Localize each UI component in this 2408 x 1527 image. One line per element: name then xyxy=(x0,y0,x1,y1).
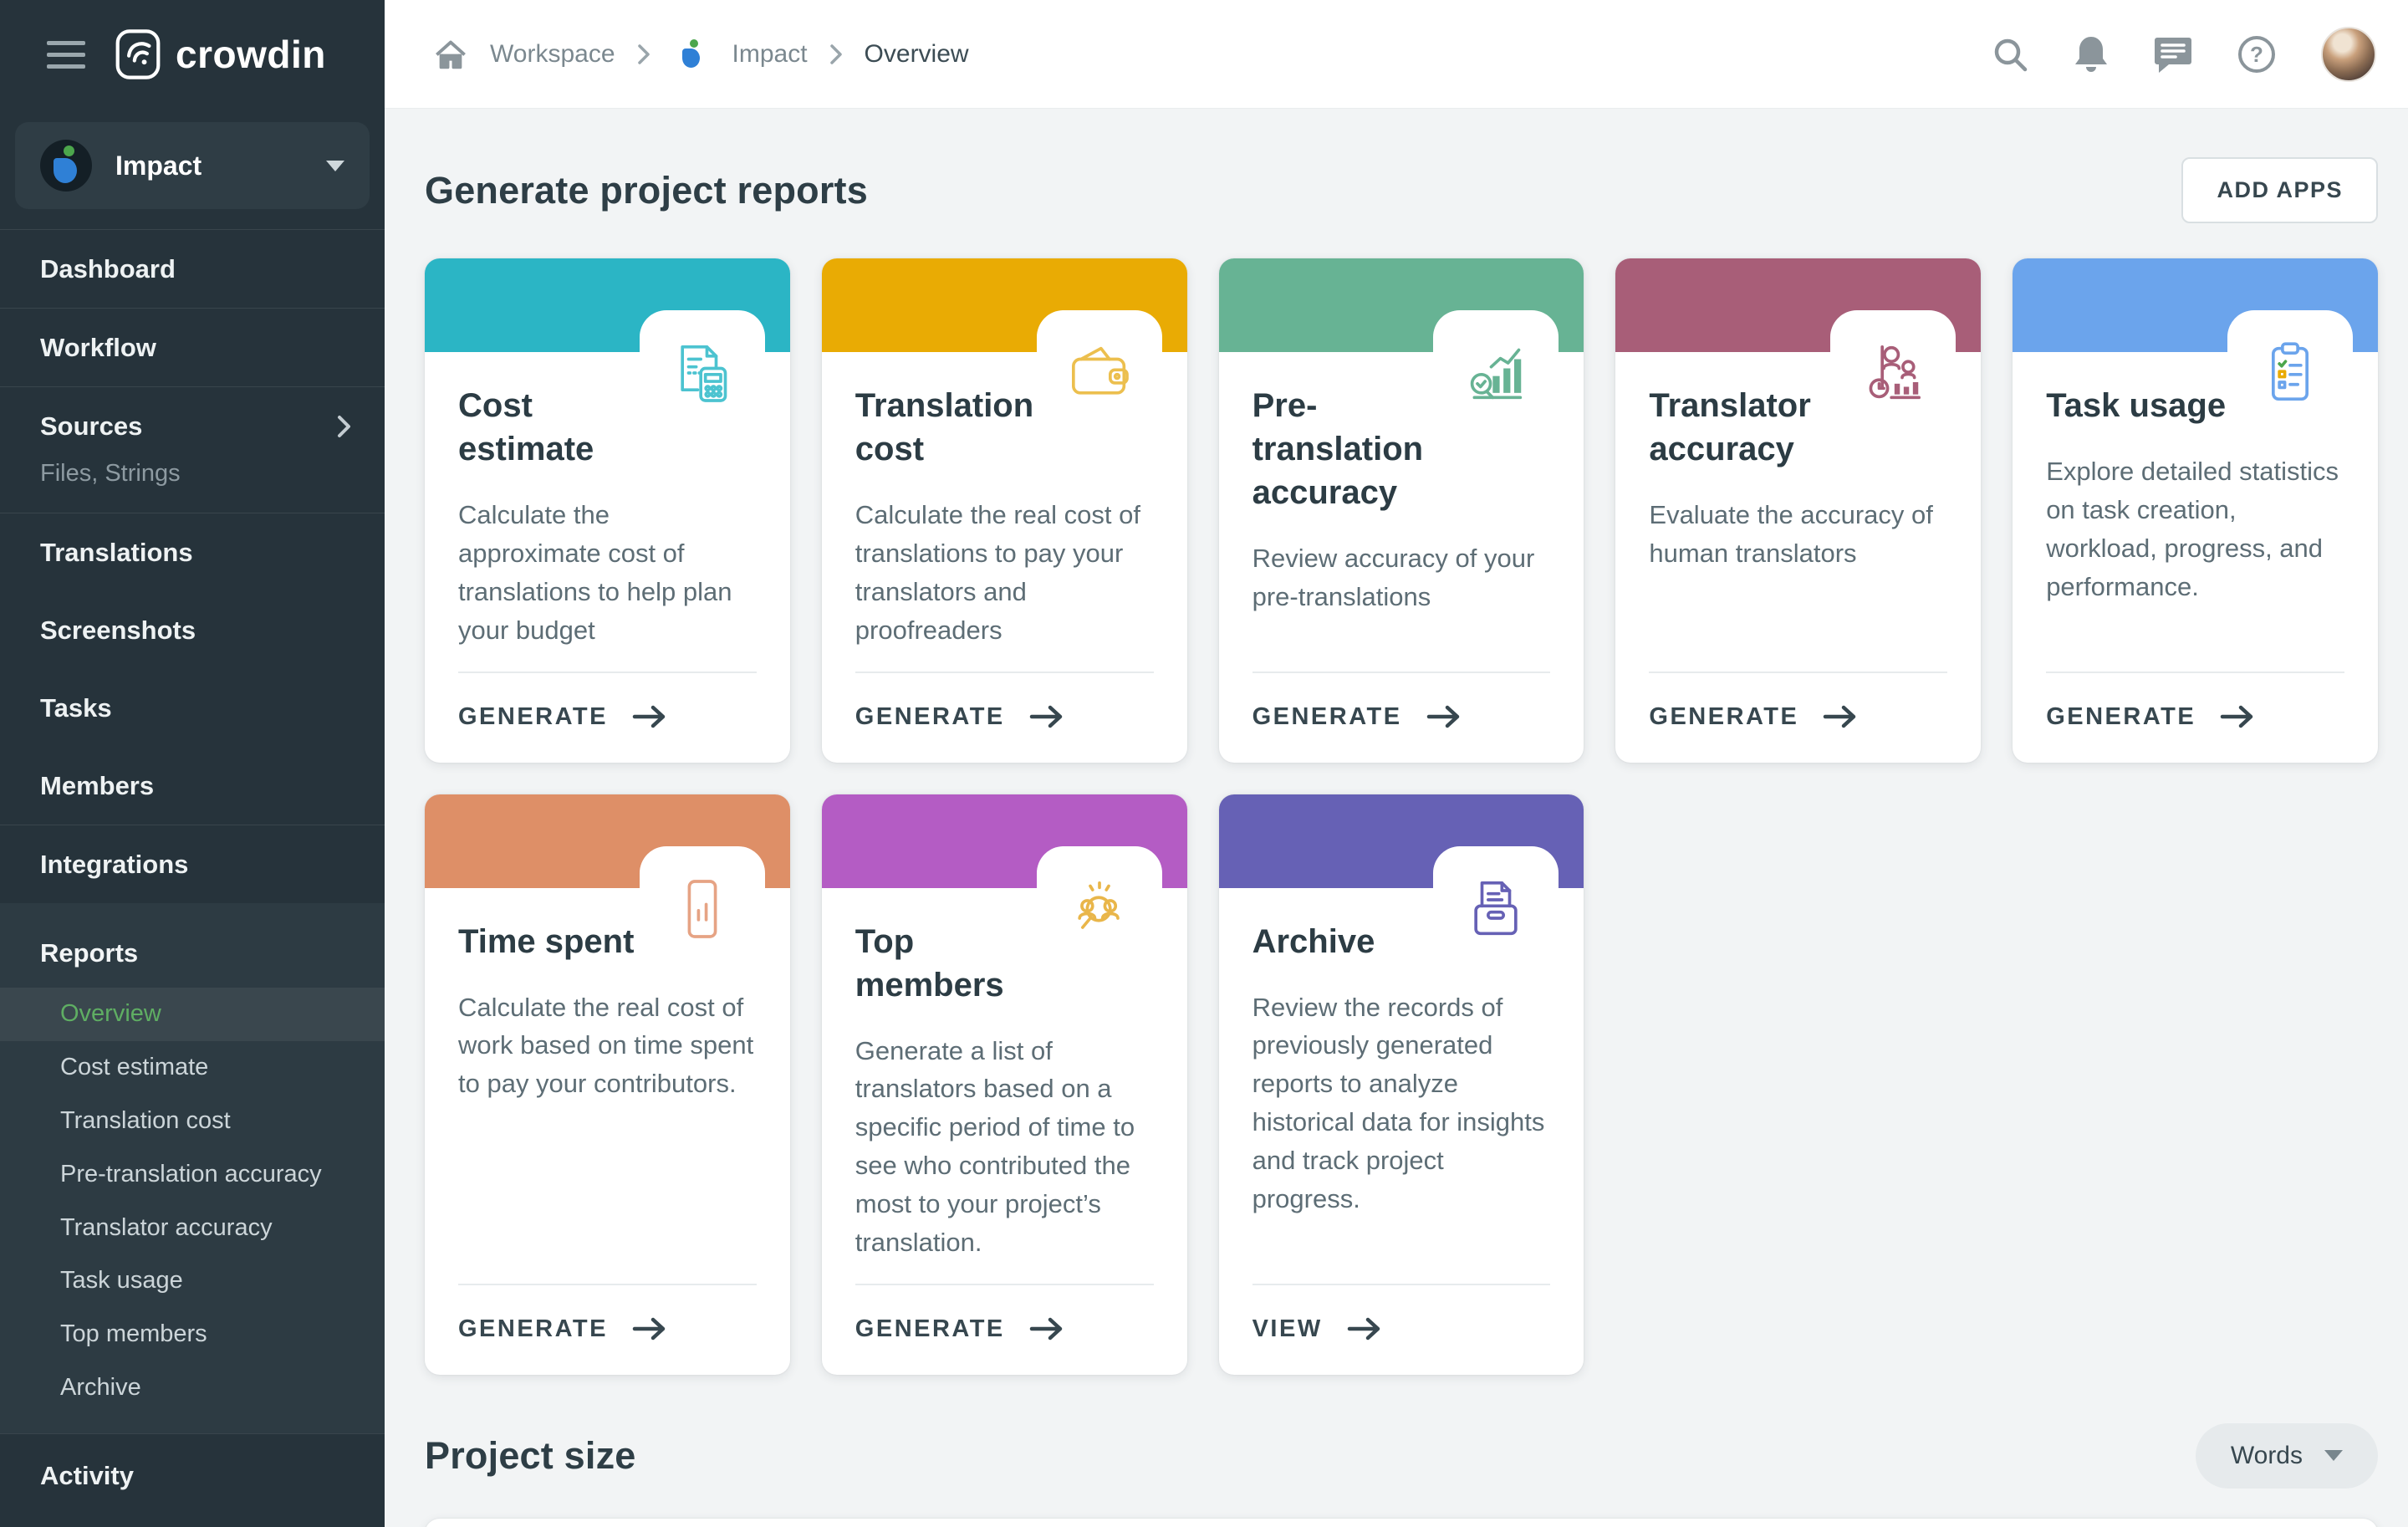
view-button[interactable]: VIEW xyxy=(1252,1284,1551,1375)
arrow-right-icon xyxy=(631,1315,668,1342)
sidebar-item-members[interactable]: Members xyxy=(0,747,385,825)
generate-button[interactable]: GENERATE xyxy=(855,672,1154,763)
generate-button[interactable]: GENERATE xyxy=(1252,672,1551,763)
top-bar: Workspace Impact Overview ? xyxy=(385,0,2408,109)
generate-button[interactable]: GENERATE xyxy=(1649,672,1947,763)
card-description: Explore detailed statistics on task crea… xyxy=(2046,452,2344,606)
sidebar-item-translations[interactable]: Translations xyxy=(0,513,385,591)
document-calculator-icon xyxy=(640,310,765,436)
chevron-right-icon xyxy=(637,43,650,65)
chevron-right-icon xyxy=(336,414,351,439)
project-size-title: Project size xyxy=(425,1434,636,1478)
breadcrumb-current-page: Overview xyxy=(865,40,969,69)
card-translator-accuracy: Translator accuracy Evaluate the accurac… xyxy=(1615,258,1981,763)
sidebar: crowdin Impact Dashboard Workflow Source… xyxy=(0,0,385,1527)
card-description: Calculate the real cost of work based on… xyxy=(458,988,757,1104)
breadcrumb-workspace[interactable]: Workspace xyxy=(490,40,615,69)
sidebar-sources-subtitle: Files, Strings xyxy=(0,460,385,513)
card-description: Calculate the real cost of translations … xyxy=(855,496,1154,650)
arrow-right-icon xyxy=(1822,703,1859,730)
card-top-members: Top members Generate a list of translato… xyxy=(822,794,1187,1375)
breadcrumb-project[interactable]: Impact xyxy=(732,40,808,69)
breadcrumb-project-avatar xyxy=(672,35,711,74)
project-size-stats: Translatable 1118 words 0 words in dupli… xyxy=(425,1519,2378,1527)
wallet-icon xyxy=(1037,310,1162,436)
sidebar-report-overview[interactable]: Overview xyxy=(0,988,385,1041)
card-archive: Archive Review the records of previously… xyxy=(1219,794,1584,1375)
arrow-right-icon xyxy=(1346,1315,1383,1342)
crowdin-logo-icon xyxy=(114,28,162,80)
sidebar-reports-section: Reports Overview Cost estimate Translati… xyxy=(0,903,385,1433)
card-time-spent: Time spent Calculate the real cost of wo… xyxy=(425,794,790,1375)
arrow-right-icon xyxy=(2219,703,2256,730)
card-description: Review accuracy of your pre-translations xyxy=(1252,539,1551,616)
people-chart-icon xyxy=(1830,310,1956,436)
svg-text:?: ? xyxy=(2250,42,2263,67)
sidebar-report-translator-accuracy[interactable]: Translator accuracy xyxy=(0,1202,385,1255)
generate-button[interactable]: GENERATE xyxy=(855,1284,1154,1375)
notifications-bell-icon[interactable] xyxy=(2074,35,2109,74)
sidebar-report-pre-translation-accuracy[interactable]: Pre-translation accuracy xyxy=(0,1148,385,1202)
people-magnifier-icon xyxy=(1037,846,1162,972)
add-apps-button[interactable]: ADD APPS xyxy=(2181,157,2378,223)
project-selector[interactable]: Impact xyxy=(15,122,370,209)
sidebar-item-integrations[interactable]: Integrations xyxy=(0,825,385,903)
generate-button[interactable]: GENERATE xyxy=(2046,672,2344,763)
sidebar-report-archive[interactable]: Archive xyxy=(0,1361,385,1415)
sidebar-item-activity[interactable]: Activity xyxy=(0,1434,385,1517)
sidebar-item-tasks[interactable]: Tasks xyxy=(0,669,385,747)
phone-chart-icon xyxy=(640,846,765,972)
sidebar-item-dashboard[interactable]: Dashboard xyxy=(0,230,385,308)
card-description: Evaluate the accuracy of human translato… xyxy=(1649,496,1947,573)
card-task-usage: Task usage Explore detailed statistics o… xyxy=(2013,258,2378,763)
arrow-right-icon xyxy=(631,703,668,730)
arrow-right-icon xyxy=(1028,1315,1065,1342)
main-content: Generate project reports ADD APPS C xyxy=(385,109,2408,1527)
card-translation-cost: Translation cost Calculate the real cost… xyxy=(822,258,1187,763)
home-icon[interactable] xyxy=(433,38,468,71)
crowdin-logo-text: crowdin xyxy=(176,32,326,77)
topbar-actions: ? xyxy=(1992,27,2376,82)
arrow-right-icon xyxy=(1028,703,1065,730)
card-cost-estimate: Cost estimate Calculate the approximate … xyxy=(425,258,790,763)
chevron-down-icon xyxy=(2324,1450,2343,1461)
sidebar-item-screenshots[interactable]: Screenshots xyxy=(0,591,385,669)
project-avatar xyxy=(40,140,92,192)
messages-icon[interactable] xyxy=(2154,36,2192,73)
sidebar-report-cost-estimate[interactable]: Cost estimate xyxy=(0,1041,385,1095)
project-name: Impact xyxy=(115,151,303,181)
card-description: Review the records of previously generat… xyxy=(1252,988,1551,1218)
arrow-right-icon xyxy=(1426,703,1462,730)
clipboard-checklist-icon xyxy=(2227,310,2353,436)
archive-box-icon xyxy=(1433,846,1559,972)
search-icon[interactable] xyxy=(1992,36,2028,73)
report-cards-grid: Cost estimate Calculate the approximate … xyxy=(425,258,2378,1375)
sidebar-report-translation-cost[interactable]: Translation cost xyxy=(0,1095,385,1148)
sidebar-item-sources[interactable]: Sources xyxy=(0,387,385,465)
chart-magnifier-icon xyxy=(1433,310,1559,436)
user-avatar[interactable] xyxy=(2321,27,2376,82)
hamburger-menu-icon[interactable] xyxy=(47,41,85,69)
page-title: Generate project reports xyxy=(425,169,868,212)
card-description: Calculate the approximate cost of transl… xyxy=(458,496,757,650)
sidebar-report-task-usage[interactable]: Task usage xyxy=(0,1254,385,1308)
units-dropdown[interactable]: Words xyxy=(2196,1423,2378,1489)
help-icon[interactable]: ? xyxy=(2237,35,2276,74)
sidebar-item-workflow[interactable]: Workflow xyxy=(0,309,385,386)
sidebar-header: crowdin xyxy=(0,0,385,109)
crowdin-logo[interactable]: crowdin xyxy=(114,28,326,80)
generate-button[interactable]: GENERATE xyxy=(458,672,757,763)
sidebar-item-reports[interactable]: Reports xyxy=(0,918,385,988)
breadcrumb: Workspace Impact Overview xyxy=(433,35,969,74)
chevron-down-icon xyxy=(326,161,344,171)
generate-button[interactable]: GENERATE xyxy=(458,1284,757,1375)
card-description: Generate a list of translators based on … xyxy=(855,1032,1154,1262)
sidebar-report-top-members[interactable]: Top members xyxy=(0,1308,385,1361)
chevron-right-icon xyxy=(829,43,843,65)
card-pre-translation-accuracy: Pre-translation accuracy Review accuracy… xyxy=(1219,258,1584,763)
